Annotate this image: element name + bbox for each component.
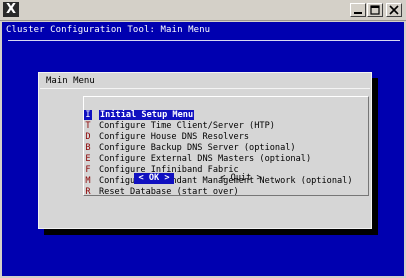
screen-title: Cluster Configuration Tool: Main Menu (6, 25, 211, 35)
menu-item-backup-dns[interactable]: B Configure Backup DNS Server (optional) (84, 133, 295, 153)
hotkey: R (85, 187, 91, 197)
ok-button[interactable]: < OK > (134, 173, 174, 184)
menu-item-external-dns[interactable]: E Configure External DNS Masters (optiona… (84, 144, 311, 164)
menu-item-time[interactable]: T Configure Time Client/Server (HTP) (84, 111, 275, 131)
quit-button[interactable]: < Quit > (219, 173, 263, 184)
close-icon (389, 5, 399, 15)
dialog-divider (40, 88, 370, 89)
main-menu-dialog: Main Menu I Initial Setup Menu T Configure… (38, 72, 372, 229)
menu-item-infiniband[interactable]: F Configure Infiniband Fabric (84, 155, 238, 175)
window-titlebar[interactable]: X (0, 0, 406, 21)
menu-item-dns-resolvers[interactable]: D Configure House DNS Resolvers (84, 122, 249, 142)
maximize-button[interactable] (367, 3, 383, 17)
menu-item-reset-database[interactable]: R Reset Database (start over) (84, 177, 238, 197)
maximize-icon (370, 5, 380, 15)
dialog-title: Main Menu (46, 76, 95, 86)
menu-item-management-network[interactable]: M Configure Redundant Management Network … (84, 166, 352, 186)
terminal-window: X Cluster Configuration Tool: Main Menu … (0, 0, 406, 278)
x-app-icon: X (3, 2, 19, 17)
terminal-screen[interactable]: Cluster Configuration Tool: Main Menu Ma… (2, 22, 404, 276)
minimize-button[interactable] (350, 3, 366, 17)
menu-item-initial-setup[interactable]: I Initial Setup Menu (84, 100, 195, 120)
menu-item-label: Reset Database (start over) (99, 187, 239, 197)
minimize-icon (354, 12, 362, 14)
title-divider (8, 40, 400, 41)
close-button[interactable] (386, 3, 402, 17)
